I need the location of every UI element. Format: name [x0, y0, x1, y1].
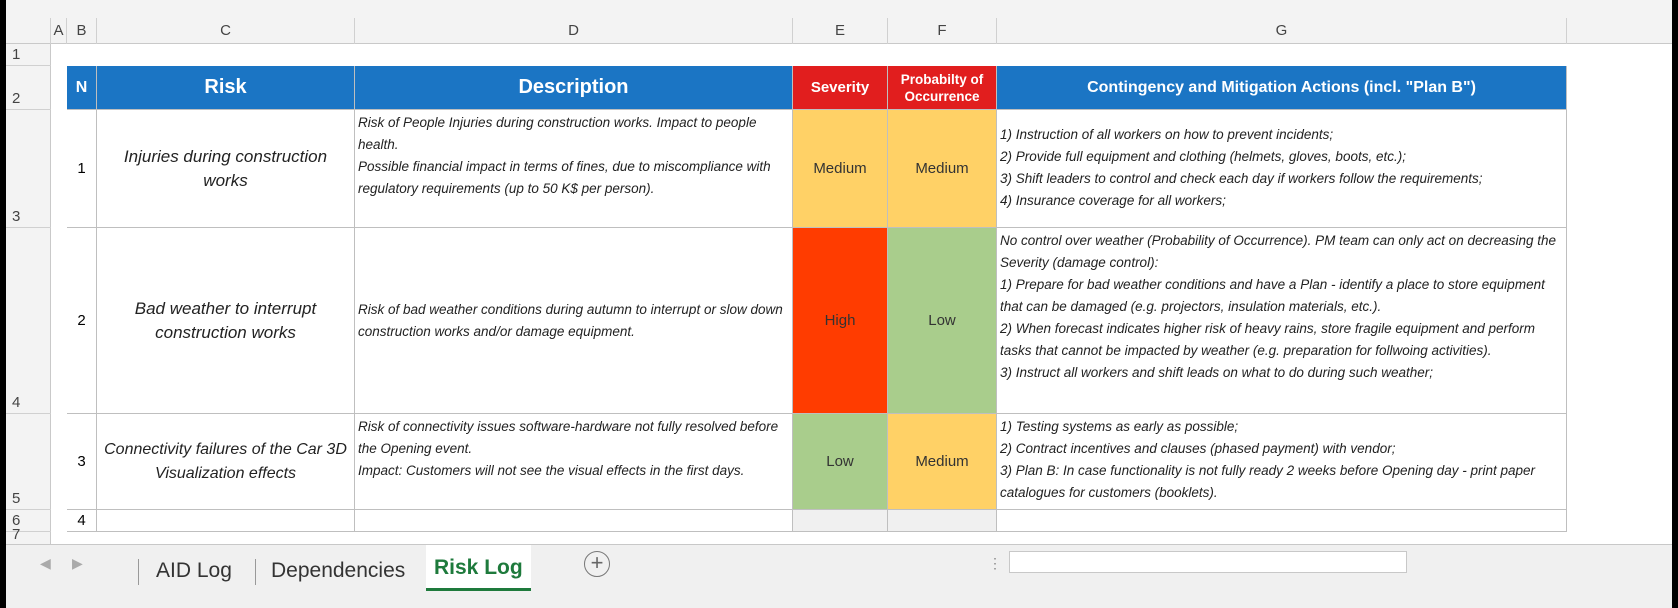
prev-sheet-arrow-icon[interactable]: ◀ — [40, 555, 51, 572]
row-4-severity[interactable] — [793, 510, 888, 532]
header-description[interactable]: Description — [355, 66, 793, 110]
tab-separator — [255, 559, 256, 585]
row-4-description[interactable] — [355, 510, 793, 532]
description-line: Possible financial impact in terms of fi… — [358, 159, 771, 196]
column-header-b[interactable]: B — [67, 18, 97, 44]
row-1-probability[interactable]: Medium — [888, 110, 997, 228]
description-line: Risk of connectivity issues software-har… — [358, 419, 779, 456]
column-header-g[interactable]: G — [997, 18, 1567, 44]
row-2-severity[interactable]: High — [793, 228, 888, 414]
row-1-severity[interactable]: Medium — [793, 110, 888, 228]
row-1-n[interactable]: 1 — [67, 110, 97, 228]
column-header-e[interactable]: E — [793, 18, 888, 44]
header-probability[interactable]: Probabilty of Occurrence — [888, 66, 997, 110]
select-all-corner[interactable] — [6, 18, 51, 60]
column-header-d[interactable]: D — [355, 18, 793, 44]
action-line: 1) Prepare for bad weather conditions an… — [1000, 277, 1545, 314]
tab-risk-log[interactable]: Risk Log — [426, 545, 531, 591]
row-number: 2 — [12, 90, 21, 107]
row-2-risk[interactable]: Bad weather to interrupt construction wo… — [97, 228, 355, 414]
action-line: 2) Provide full equipment and clothing (… — [1000, 149, 1406, 164]
tab-dependencies[interactable]: Dependencies — [263, 551, 413, 591]
header-n[interactable]: N — [67, 66, 97, 110]
action-line: 3) Shift leaders to control and check ea… — [1000, 171, 1483, 186]
row-1-description[interactable]: Risk of People Injuries during construct… — [355, 110, 793, 228]
header-actions[interactable]: Contingency and Mitigation Actions (incl… — [997, 66, 1567, 110]
row-number: 5 — [12, 490, 21, 507]
row-header-2[interactable]: 2 — [6, 66, 51, 110]
row-1-actions[interactable]: 1) Instruction of all workers on how to … — [997, 110, 1567, 228]
row-1-risk[interactable]: Injuries during construction works — [97, 110, 355, 228]
header-probability-line2: Occurrence — [904, 88, 980, 104]
row-number: 4 — [12, 394, 21, 411]
row-header-5[interactable]: 5 — [6, 414, 51, 510]
action-line: 4) Insurance coverage for all workers; — [1000, 193, 1226, 208]
action-line: 2) When forecast indicates higher risk o… — [1000, 321, 1536, 358]
row-2-actions[interactable]: No control over weather (Probability of … — [997, 228, 1567, 414]
action-line: No control over weather (Probability of … — [1000, 233, 1557, 270]
action-line: 2) Contract incentives and clauses (phas… — [1000, 441, 1396, 456]
row-4-n[interactable]: 4 — [67, 510, 97, 532]
header-probability-line1: Probabilty of — [900, 71, 984, 87]
row-4-probability[interactable] — [888, 510, 997, 532]
description-line: Risk of People Injuries during construct… — [358, 115, 757, 152]
action-line: 1) Testing systems as early as possible; — [1000, 419, 1239, 434]
row-3-risk[interactable]: Connectivity failures of the Car 3D Visu… — [97, 414, 355, 510]
row-2-n[interactable]: 2 — [67, 228, 97, 414]
row-number: 1 — [12, 46, 21, 63]
row-2-description[interactable]: Risk of bad weather conditions during au… — [355, 228, 793, 414]
action-line: 1) Instruction of all workers on how to … — [1000, 127, 1334, 142]
description-line: Impact: Customers will not see the visua… — [358, 463, 745, 478]
description-line: Risk of bad weather conditions during au… — [358, 301, 783, 339]
tab-separator — [138, 559, 139, 585]
row-header-1[interactable]: 1 — [6, 44, 51, 66]
row-4-actions[interactable] — [997, 510, 1567, 532]
next-sheet-arrow-icon[interactable]: ▶ — [72, 555, 83, 572]
row-3-description[interactable]: Risk of connectivity issues software-har… — [355, 414, 793, 510]
row-number: 7 — [12, 526, 21, 543]
add-sheet-button[interactable]: + — [584, 551, 610, 577]
row-3-probability[interactable]: Medium — [888, 414, 997, 510]
column-header-f[interactable]: F — [888, 18, 997, 44]
header-risk[interactable]: Risk — [97, 66, 355, 110]
header-severity[interactable]: Severity — [793, 66, 888, 110]
row-3-actions[interactable]: 1) Testing systems as early as possible;… — [997, 414, 1567, 510]
action-line: 3) Instruct all workers and shift leads … — [1000, 365, 1433, 380]
row-4-risk[interactable] — [97, 510, 355, 532]
column-header-c[interactable]: C — [97, 18, 355, 44]
spreadsheet-window: A B C D E F G 1 2 3 4 5 6 7 N Risk Descr… — [6, 0, 1672, 608]
scroll-options-icon[interactable]: ⋮ — [988, 555, 1002, 572]
row-3-severity[interactable]: Low — [793, 414, 888, 510]
row-header-4[interactable]: 4 — [6, 228, 51, 414]
horizontal-scrollbar[interactable] — [1009, 551, 1407, 573]
row-header-3[interactable]: 3 — [6, 110, 51, 228]
row-number: 3 — [12, 208, 21, 225]
sheet-tab-bar: ◀ ▶ AID Log Dependencies Risk Log + ⋮ — [6, 544, 1672, 608]
tab-aid-log[interactable]: AID Log — [148, 551, 240, 591]
row-3-n[interactable]: 3 — [67, 414, 97, 510]
action-line: 3) Plan B: In case functionality is not … — [1000, 463, 1536, 500]
column-header-a[interactable]: A — [51, 18, 67, 44]
row-2-probability[interactable]: Low — [888, 228, 997, 414]
